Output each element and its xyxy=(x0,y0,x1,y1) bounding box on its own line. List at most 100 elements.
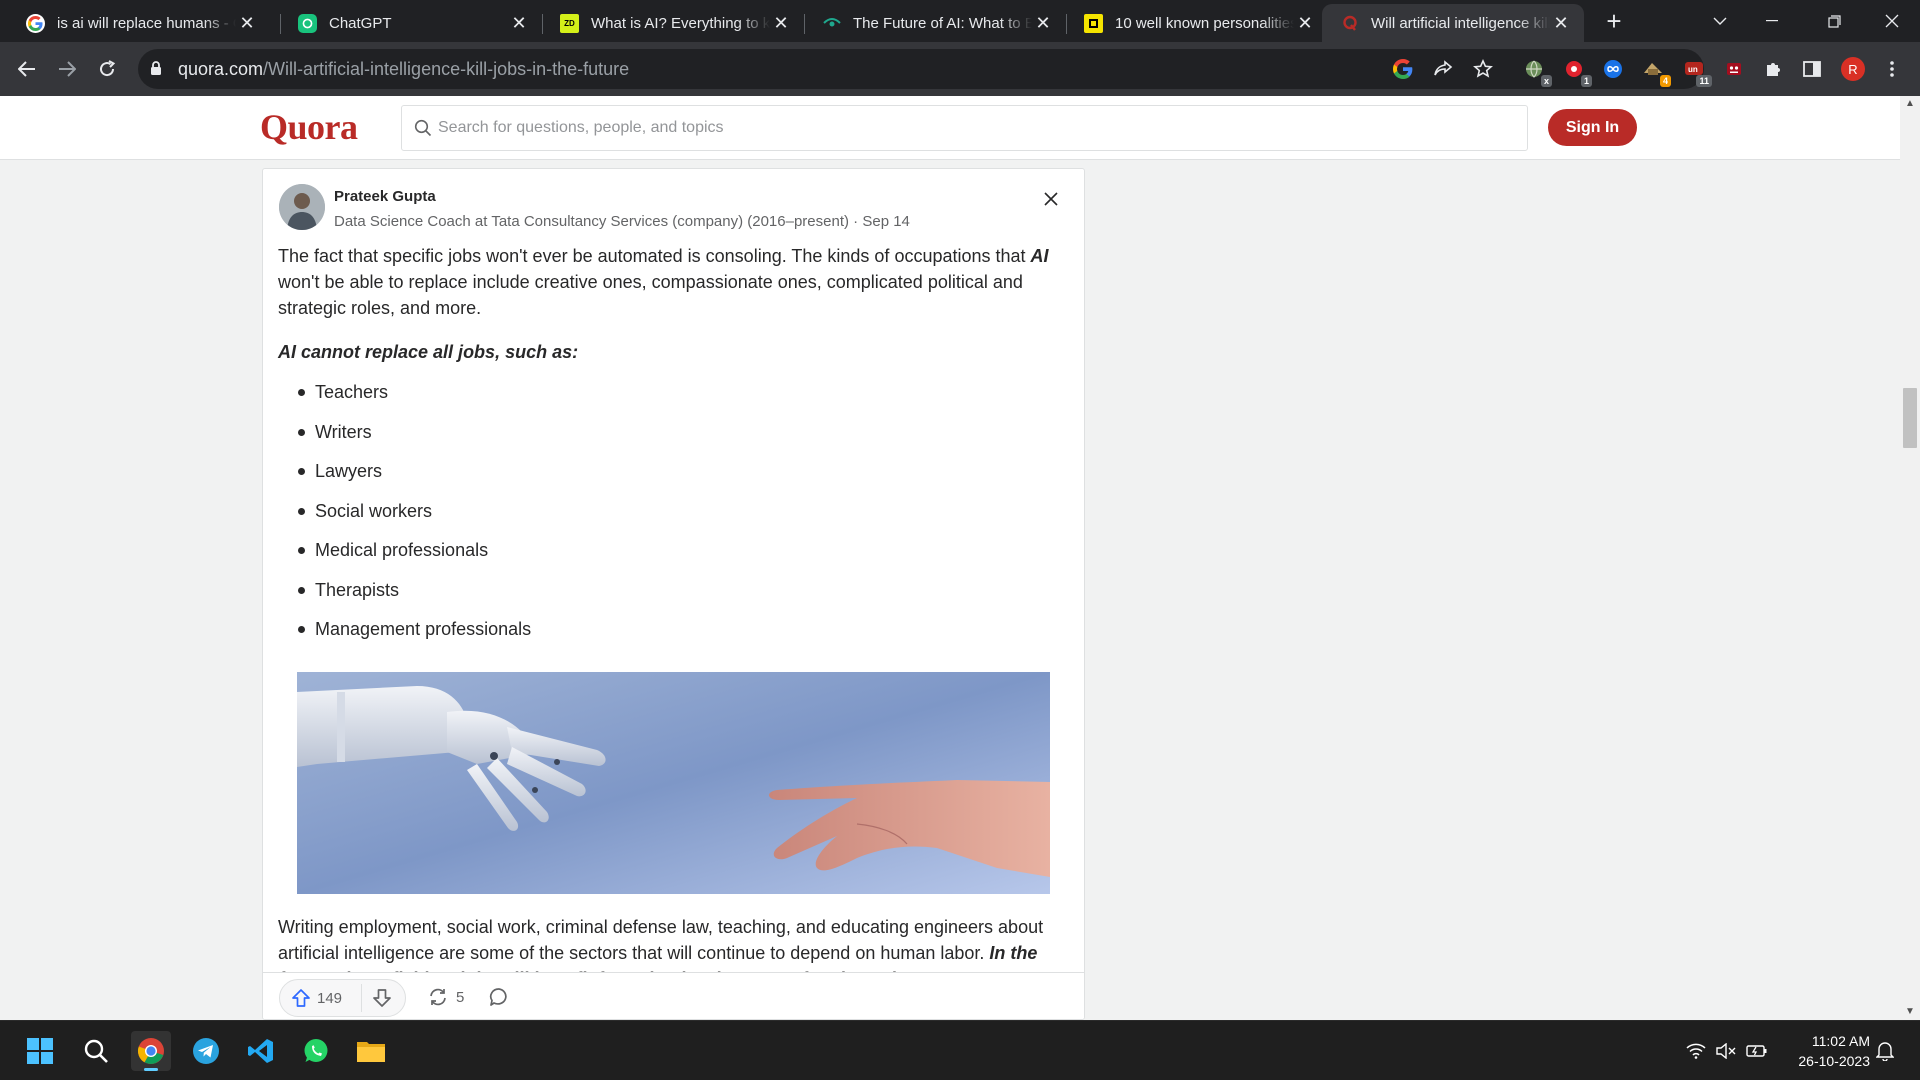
techtarget-icon xyxy=(822,14,841,33)
tab-strip: is ai will replace humans - Google Searc… xyxy=(0,0,1920,42)
author-name[interactable]: Prateek Gupta xyxy=(334,188,436,205)
search-icon[interactable] xyxy=(76,1031,116,1071)
chatgpt-icon xyxy=(298,13,317,33)
extension-badge: x xyxy=(1540,75,1552,87)
scrollbar-thumb[interactable] xyxy=(1903,388,1917,448)
clock-time: 11:02 AM xyxy=(1811,1033,1870,1049)
url-host: quora.com xyxy=(178,59,264,79)
tab-title: The Future of AI: What to Expect in the … xyxy=(853,14,1032,32)
vscode-icon[interactable] xyxy=(241,1031,281,1071)
clock-date: 26-10-2023 xyxy=(1798,1053,1870,1069)
close-window-icon[interactable] xyxy=(1864,0,1920,42)
tab-title: What is AI? Everything to know about art… xyxy=(591,14,770,32)
close-tab-icon[interactable]: ✕ xyxy=(236,13,258,34)
tab-title: 10 well known personalities on AI xyxy=(1115,14,1294,32)
answer-card: Prateek Gupta Data Science Coach at Tata… xyxy=(262,168,1085,1020)
close-icon[interactable] xyxy=(1038,186,1064,212)
system-clock[interactable]: 11:02 AM 26-10-2023 xyxy=(1770,1031,1870,1071)
close-tab-icon[interactable]: ✕ xyxy=(1550,13,1572,34)
bookmark-star-icon[interactable] xyxy=(1472,58,1494,80)
tab-quora[interactable]: Will artificial intelligence kill jobs i… xyxy=(1322,4,1584,42)
new-tab-button[interactable]: + xyxy=(1600,8,1628,36)
intro-text: The fact that specific jobs won't ever b… xyxy=(278,246,1031,266)
list-item: Management professionals xyxy=(298,616,1073,656)
battery-icon[interactable] xyxy=(1746,1043,1768,1064)
volume-muted-icon[interactable] xyxy=(1716,1042,1736,1064)
comment-button[interactable] xyxy=(489,987,509,1012)
extension-loom-icon[interactable]: 4 xyxy=(1641,57,1671,87)
minimize-icon[interactable] xyxy=(1744,0,1800,42)
extension-red-icon[interactable]: 1 xyxy=(1562,57,1592,87)
browser-menu-icon[interactable] xyxy=(1880,57,1904,81)
yellow-site-icon xyxy=(1084,13,1103,33)
chrome-icon[interactable] xyxy=(131,1031,171,1071)
search-input[interactable] xyxy=(438,114,1508,142)
author-credential: Data Science Coach at Tata Consultancy S… xyxy=(334,213,910,230)
browser-toolbar: quora.com/Will-artificial-intelligence-k… xyxy=(0,42,1920,96)
tab-google-search[interactable]: is ai will replace humans - Google Searc… xyxy=(8,4,270,42)
whatsapp-icon[interactable] xyxy=(296,1031,336,1071)
extension-infinity-icon[interactable] xyxy=(1601,57,1625,81)
extension-globe-icon[interactable]: x xyxy=(1522,57,1552,87)
answer-date[interactable]: Sep 14 xyxy=(862,213,910,230)
scroll-up-icon[interactable]: ▲ xyxy=(1900,96,1920,112)
extension-badge: 1 xyxy=(1580,75,1592,87)
extension-un-icon[interactable]: un 11 xyxy=(1682,57,1712,87)
tab-future-of-ai[interactable]: The Future of AI: What to Expect in the … xyxy=(804,4,1066,42)
tab-personalities[interactable]: 10 well known personalities on AI ✕ xyxy=(1066,4,1328,42)
list-item: Lawyers xyxy=(298,458,1073,498)
restore-icon[interactable] xyxy=(1806,0,1862,42)
upvote-button[interactable]: 149 xyxy=(291,988,342,1008)
list-item: Therapists xyxy=(298,577,1073,617)
sign-in-button[interactable]: Sign In xyxy=(1548,109,1637,146)
extension-robot-icon[interactable] xyxy=(1722,57,1746,81)
lock-icon[interactable] xyxy=(150,61,162,81)
google-lens-icon[interactable] xyxy=(1392,58,1414,80)
share-icon[interactable] xyxy=(1432,58,1454,80)
close-tab-icon[interactable]: ✕ xyxy=(770,13,792,34)
tab-title: is ai will replace humans - Google Searc… xyxy=(57,14,236,32)
windows-start-icon[interactable] xyxy=(20,1031,60,1071)
extensions-puzzle-icon[interactable] xyxy=(1761,57,1785,81)
profile-avatar[interactable]: R xyxy=(1841,57,1865,81)
robot-human-hands-image[interactable] xyxy=(297,671,1050,894)
reload-icon[interactable] xyxy=(92,54,122,84)
url-path: /Will-artificial-intelligence-kill-jobs-… xyxy=(263,59,630,79)
list-heading: AI cannot replace all jobs, such as: xyxy=(278,342,579,362)
telegram-icon[interactable] xyxy=(186,1031,226,1071)
notification-bell-icon[interactable] xyxy=(1875,1041,1895,1066)
share-button[interactable]: 5 xyxy=(427,987,464,1007)
downvote-icon xyxy=(373,989,391,1007)
tab-title: Will artificial intelligence kill jobs i… xyxy=(1371,14,1550,32)
forward-icon[interactable] xyxy=(52,54,82,84)
search-box[interactable] xyxy=(401,105,1528,151)
url-text[interactable]: quora.com/Will-artificial-intelligence-k… xyxy=(178,59,629,80)
share-count: 5 xyxy=(456,988,465,1006)
file-explorer-icon[interactable] xyxy=(351,1031,391,1071)
back-icon[interactable] xyxy=(12,54,42,84)
google-icon xyxy=(26,13,45,33)
quora-logo[interactable]: Quora xyxy=(260,106,358,148)
tab-search-chevron-icon[interactable] xyxy=(1692,0,1748,42)
close-tab-icon[interactable]: ✕ xyxy=(508,13,530,34)
answer-action-bar: 149 5 xyxy=(263,972,1084,1019)
close-tab-icon[interactable]: ✕ xyxy=(1032,13,1054,34)
svg-text:un: un xyxy=(1688,65,1698,74)
tab-zdnet[interactable]: ZD What is AI? Everything to know about … xyxy=(542,4,804,42)
side-panel-icon[interactable] xyxy=(1800,57,1824,81)
address-bar[interactable]: quora.com/Will-artificial-intelligence-k… xyxy=(138,49,1704,89)
downvote-button[interactable] xyxy=(372,988,392,1013)
wifi-icon[interactable] xyxy=(1686,1043,1706,1064)
close-tab-icon[interactable]: ✕ xyxy=(1294,13,1316,34)
author-avatar[interactable] xyxy=(279,184,325,230)
scroll-down-icon[interactable]: ▼ xyxy=(1900,1004,1920,1020)
quora-header: Quora Sign In xyxy=(0,96,1900,160)
credential-text: Data Science Coach at Tata Consultancy S… xyxy=(334,213,849,230)
page-scrollbar[interactable]: ▲ ▼ xyxy=(1900,96,1920,1020)
tab-chatgpt[interactable]: ChatGPT ✕ xyxy=(280,4,542,42)
comment-icon xyxy=(489,988,507,1006)
closing-text: Writing employment, social work, crimina… xyxy=(278,916,1044,963)
list-item: Medical professionals xyxy=(298,537,1073,577)
tab-title: ChatGPT xyxy=(329,14,392,32)
list-item: Writers xyxy=(298,419,1073,459)
